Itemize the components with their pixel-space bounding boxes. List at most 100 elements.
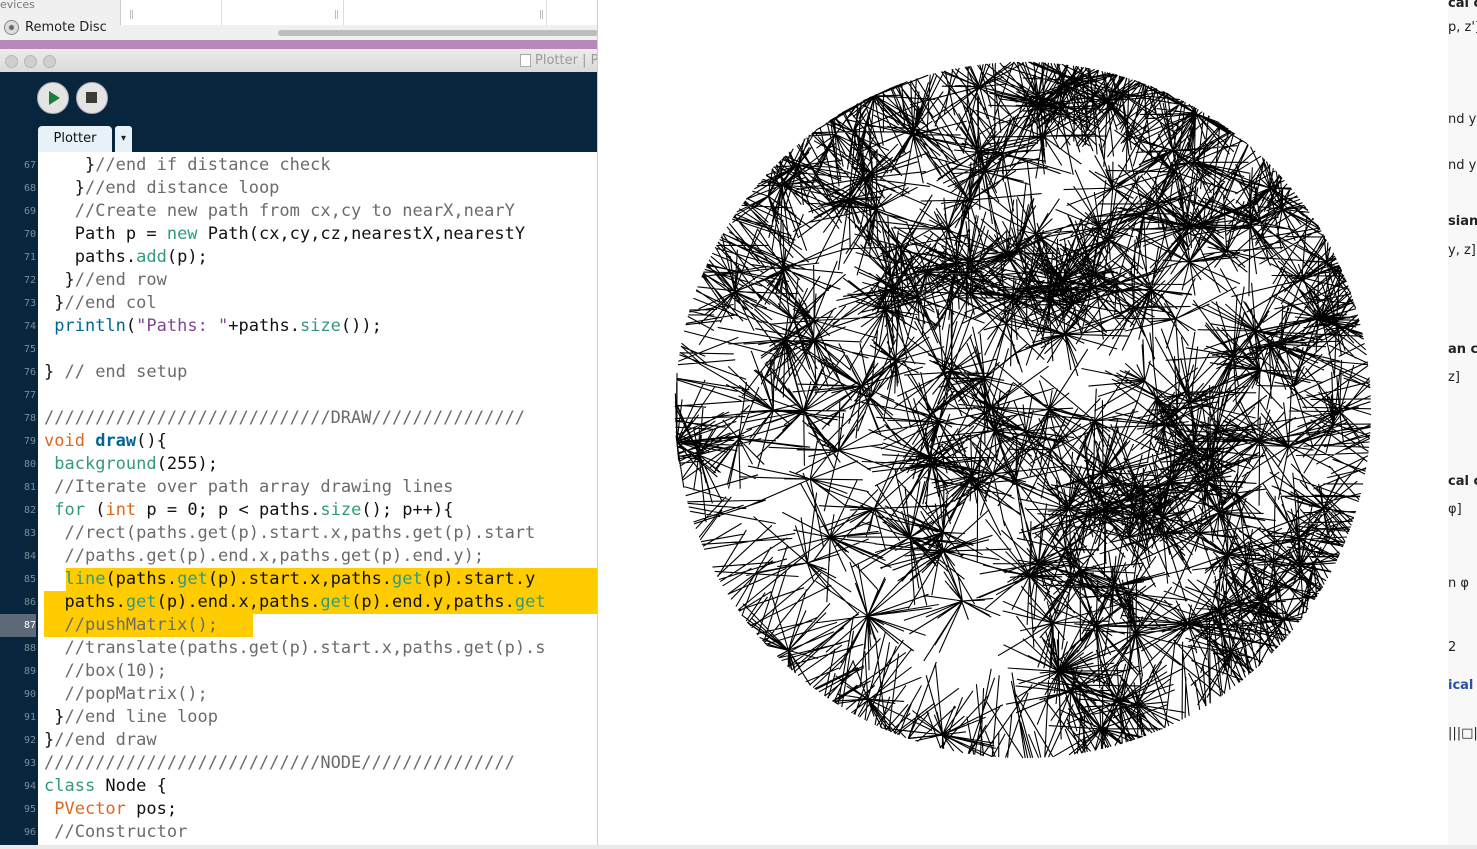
code-line[interactable]: //box(10); <box>44 660 166 683</box>
code-line[interactable]: }//end distance loop <box>44 177 280 200</box>
zoom-window-icon[interactable] <box>43 55 56 68</box>
window-title: Plotter | P <box>520 53 598 68</box>
document-text-fragment: cal co <box>1448 0 1477 11</box>
code-line[interactable]: }//end row <box>44 269 166 292</box>
line-number: 91 <box>23 712 36 723</box>
code-line[interactable]: background(255); <box>44 453 218 476</box>
line-number: 76 <box>23 367 36 378</box>
code-line[interactable]: ///////////////////////////NODE/////////… <box>44 752 515 775</box>
line-number: 94 <box>23 781 36 792</box>
line-number: 90 <box>23 689 36 700</box>
document-icon <box>520 54 531 67</box>
code-line[interactable]: //popMatrix(); <box>44 683 207 706</box>
code-line[interactable]: //Iterate over path array drawing lines <box>44 476 453 499</box>
code-line[interactable]: //pushMatrix(); <box>44 614 218 637</box>
line-number: 79 <box>23 436 36 447</box>
plotted-paths <box>674 61 1372 759</box>
finder-column-area: || || || <box>120 0 598 25</box>
code-line[interactable]: for (int p = 0; p < paths.size(); p++){ <box>44 499 453 522</box>
line-number: 86 <box>23 597 36 608</box>
document-text-fragment: n φ <box>1448 576 1469 591</box>
code-line[interactable]: Path p = new Path(cx,cy,cz,nearestX,near… <box>44 223 525 246</box>
tab-menu-button[interactable]: ▾ <box>115 126 132 152</box>
line-number: 67 <box>23 160 36 171</box>
column-resize-handle[interactable]: || <box>334 10 339 20</box>
code-editor[interactable]: }//end if distance check }//end distance… <box>38 152 598 845</box>
line-number: 73 <box>23 298 36 309</box>
document-text-fragment: |||□| <box>1448 726 1477 741</box>
line-number-gutter: 67 68 69 70 71 72 73 74 75 76 77 78 79 80 81 82 83 84 85 86… <box>0 152 38 845</box>
line-number: 95 <box>23 804 36 815</box>
line-number: 87 <box>0 614 36 637</box>
play-icon <box>49 91 60 105</box>
remote-disc-item[interactable]: Remote Disc <box>4 20 107 35</box>
document-text-fragment: y, z] <box>1448 243 1476 258</box>
ide-title-bar: Plotter | P <box>0 49 598 73</box>
line-number: 68 <box>23 183 36 194</box>
window-title-text: Plotter | P <box>535 53 599 68</box>
code-line[interactable]: }//end draw <box>44 729 157 752</box>
document-text-fragment: 2 <box>1448 640 1457 655</box>
close-window-icon[interactable] <box>5 55 18 68</box>
code-line[interactable]: //Constructor <box>44 821 187 844</box>
code-line[interactable]: }//end col <box>44 292 156 315</box>
code-line[interactable]: //Create new path from cx,cy to nearX,ne… <box>44 200 515 223</box>
document-text-fragment: ical c <box>1448 678 1477 693</box>
line-number: 96 <box>23 827 36 838</box>
code-line[interactable]: paths.add(p); <box>44 246 208 269</box>
line-number: 88 <box>23 643 36 654</box>
line-number: 77 <box>23 390 36 401</box>
line-number: 81 <box>23 482 36 493</box>
finder-window-strip: evices Remote Disc || || || <box>0 0 598 41</box>
code-line[interactable]: PVector pos; <box>44 798 177 821</box>
document-text-fragment: nd y > <box>1448 112 1477 127</box>
line-number: 83 <box>23 528 36 539</box>
document-text-fragment: cal co <box>1448 474 1477 489</box>
code-line[interactable]: }//end line loop <box>44 706 218 729</box>
code-line[interactable]: //rect(paths.get(p).start.x,paths.get(p)… <box>44 522 535 545</box>
document-text-fragment: an co <box>1448 342 1477 357</box>
document-text-fragment: φ] <box>1448 502 1462 517</box>
line-number: 82 <box>23 505 36 516</box>
line-number: 70 <box>23 229 36 240</box>
sketch-output-window <box>597 0 1449 845</box>
code-line[interactable]: ////////////////////////////DRAW////////… <box>44 407 525 430</box>
code-line[interactable]: //paths.get(p).end.x,paths.get(p).end.y)… <box>44 545 484 568</box>
remote-disc-label: Remote Disc <box>25 20 107 35</box>
code-line[interactable]: paths.get(p).end.x,paths.get(p).end.y,pa… <box>44 591 545 614</box>
document-text-fragment: nd y < <box>1448 158 1477 173</box>
line-number: 71 <box>23 252 36 263</box>
stop-icon <box>86 92 97 103</box>
column-divider <box>343 0 344 25</box>
code-line[interactable]: void draw(){ <box>44 430 167 453</box>
line-number: 74 <box>23 321 36 332</box>
horizontal-scrollbar[interactable] <box>278 30 598 36</box>
code-line[interactable]: }//end if distance check <box>44 154 331 177</box>
line-number: 92 <box>23 735 36 746</box>
path-lines <box>674 61 1372 759</box>
line-number: 69 <box>23 206 36 217</box>
background-window-bar <box>0 40 598 49</box>
code-line[interactable]: class Node { <box>44 775 167 798</box>
column-resize-handle[interactable]: || <box>539 10 544 20</box>
run-button[interactable] <box>37 82 69 114</box>
document-text-fragment: sian c <box>1448 214 1477 229</box>
line-number: 75 <box>23 344 36 355</box>
tab-plotter[interactable]: Plotter <box>38 126 112 152</box>
column-resize-handle[interactable]: || <box>129 10 134 20</box>
minimize-window-icon[interactable] <box>24 55 37 68</box>
code-line[interactable]: } // end setup <box>44 361 187 384</box>
line-number: 80 <box>23 459 36 470</box>
code-line[interactable]: println("Paths: "+paths.size()); <box>44 315 382 338</box>
background-document-window: cal co p, z'] nd y > nd y < sian c y, z] an co… <box>1448 0 1477 845</box>
line-number: 72 <box>23 275 36 286</box>
ide-toolbar <box>0 72 598 126</box>
code-line[interactable]: line(paths.get(p).start.x,paths.get(p).s… <box>44 568 535 591</box>
column-divider <box>221 0 222 25</box>
line-number: 84 <box>23 551 36 562</box>
line-number: 93 <box>23 758 36 769</box>
document-text-fragment: p, z'] <box>1448 20 1477 35</box>
sketch-tab-bar: Plotter ▾ <box>0 126 598 152</box>
code-line[interactable]: //translate(paths.get(p).start.x,paths.g… <box>44 637 545 660</box>
stop-button[interactable] <box>76 82 108 114</box>
